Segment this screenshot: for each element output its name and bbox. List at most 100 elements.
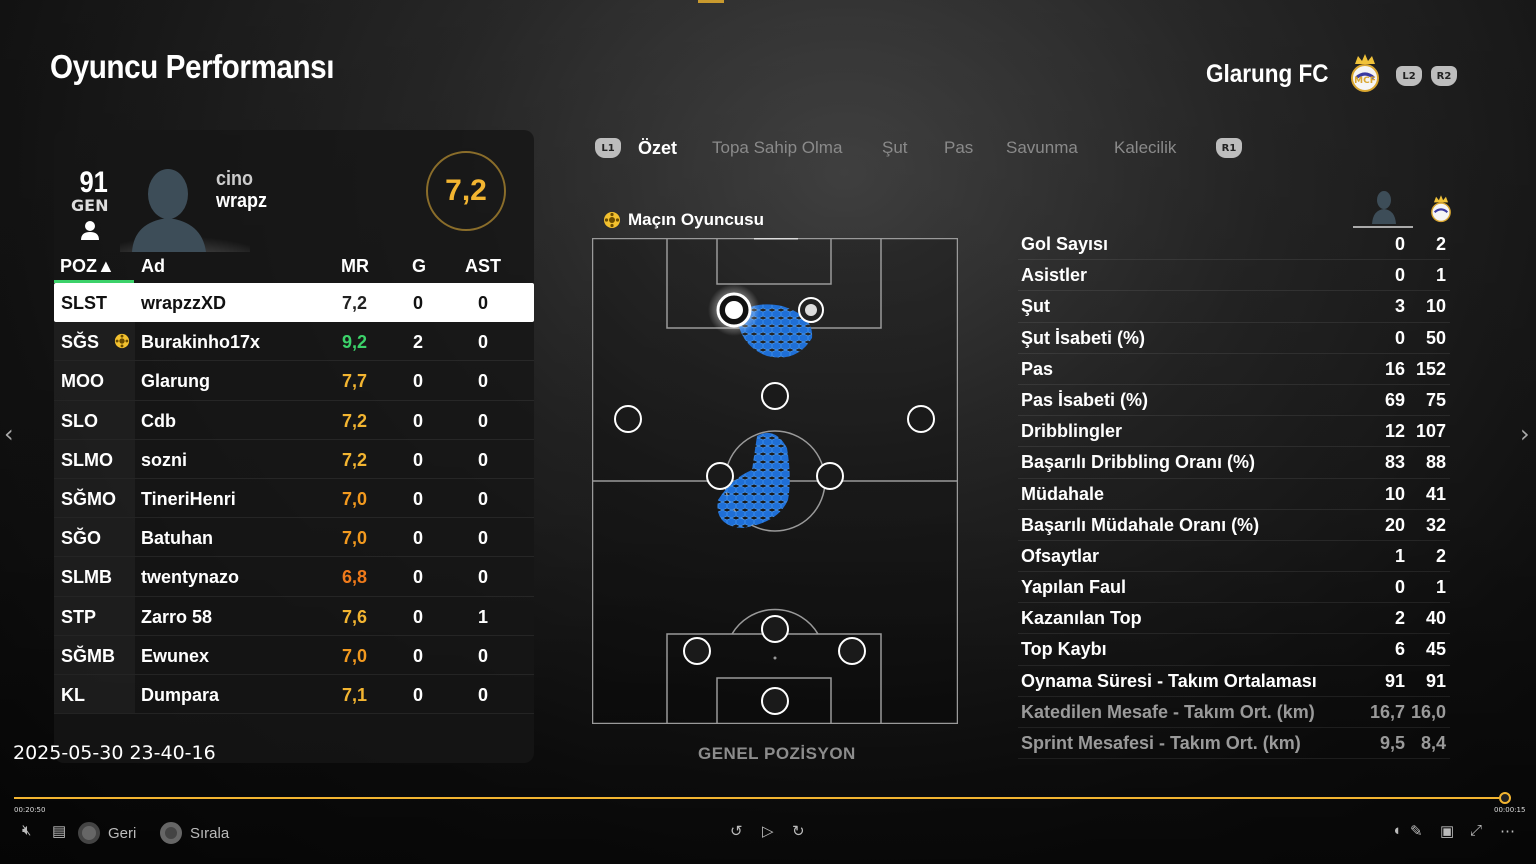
tab-topa-sahip-olma[interactable]: Topa Sahip Olma (712, 138, 842, 158)
stat-player-value: 0 (1394, 234, 1405, 254)
row-rating: 7,2 (342, 410, 368, 431)
stat-player-value: 12 (1384, 421, 1405, 442)
top-tab-marker (698, 0, 724, 3)
stat-row: Sprint Mesafesi - Takım Ort. (km) 9,5 8,4 (1018, 728, 1450, 760)
stat-label: Pas (1021, 358, 1054, 379)
row-assists: 1 (478, 606, 489, 627)
tab-kalecilik[interactable]: Kalecilik (1114, 138, 1176, 158)
table-row[interactable]: SLO Cdb 7,2 0 0 (54, 400, 534, 440)
volume-icon[interactable]: ◖ (1392, 822, 1401, 839)
table-row[interactable]: SĞO Batuhan 7,0 0 0 (54, 518, 534, 558)
screenshot-icon[interactable]: ▣ (1440, 822, 1454, 840)
row-rating: 7,7 (342, 371, 368, 392)
table-row[interactable]: SĞMO TineriHenri 7,0 0 0 (54, 478, 534, 519)
row-goals: 0 (413, 371, 424, 392)
expand-icon[interactable]: ⤢ (1470, 822, 1482, 839)
table-row[interactable]: SĞS Burakinho17x 9,2 2 0 (54, 322, 534, 362)
mute-icon[interactable]: 🔇︎ (22, 822, 31, 839)
stat-row: Başarılı Dribbling Oranı (%) 83 88 (1018, 447, 1450, 479)
r2-button[interactable]: R2 (1431, 66, 1457, 86)
row-position: SLMB (61, 567, 112, 588)
stat-team-value: 1 (1435, 577, 1446, 598)
tab-savunma[interactable]: Savunma (1006, 138, 1078, 158)
stat-label: Asistler (1021, 265, 1088, 286)
table-row[interactable]: STP Zarro 58 7,6 0 1 (54, 596, 534, 636)
play-icon[interactable]: ▷ (762, 822, 774, 840)
stat-team-value: 32 (1425, 514, 1446, 535)
stat-player-value: 10 (1384, 483, 1405, 504)
video-progress-bar[interactable] (14, 797, 1500, 799)
tab-pas[interactable]: Pas (944, 138, 973, 158)
time-remaining: 00:00:15 (1494, 806, 1526, 814)
stat-label: Top Kaybı (1021, 639, 1107, 660)
stat-team-value: 152 (1415, 358, 1446, 379)
stat-player-value: 3 (1394, 296, 1405, 317)
table-row[interactable]: MOO Glarung 7,7 0 0 (54, 361, 534, 401)
stat-label: Gol Sayısı (1021, 234, 1109, 254)
r1-button[interactable]: R1 (1216, 138, 1242, 158)
overall-rating: 91 (79, 166, 108, 199)
col-name-header[interactable]: Ad (141, 256, 165, 277)
row-name: Dumpara (141, 684, 220, 705)
row-position: SLO (61, 410, 99, 431)
stat-player-value: 6 (1394, 639, 1405, 660)
forward-icon[interactable]: ↻ (792, 822, 805, 840)
table-row[interactable]: SLMB twentynazo 6,8 0 0 (54, 557, 534, 597)
player-first-name: cino (216, 168, 254, 190)
stat-team-value: 10 (1425, 296, 1446, 317)
stat-player-value: 0 (1394, 577, 1405, 598)
player-column-underline (1353, 226, 1413, 228)
svg-text:MCF: MCF (1354, 76, 1376, 86)
col-mr-header[interactable]: MR (341, 256, 369, 277)
person-icon (81, 221, 99, 240)
col-ast-header[interactable]: AST (465, 256, 501, 277)
stat-row: Ofsaytlar 1 2 (1018, 541, 1450, 573)
stat-team-value: 1 (1435, 265, 1446, 286)
next-arrow-icon[interactable]: › (1520, 420, 1530, 448)
stat-player-value: 16,7 (1369, 701, 1405, 722)
stat-player-value: 20 (1384, 514, 1405, 535)
table-row[interactable]: SĞMB Ewunex 7,0 0 0 (54, 635, 534, 675)
col-pos-header[interactable]: POZ▲ (60, 256, 115, 277)
row-assists: 0 (478, 645, 489, 666)
time-elapsed: 00:20:50 (14, 806, 46, 814)
video-progress-knob[interactable] (1499, 792, 1511, 804)
row-position: SLST (61, 293, 108, 313)
row-goals: 0 (413, 684, 424, 705)
row-name: Ewunex (141, 645, 210, 666)
stat-label: Şut (1021, 296, 1050, 317)
stat-row: Pas İsabeti (%) 69 75 (1018, 385, 1450, 417)
stat-label: Kazanılan Top (1021, 608, 1142, 629)
table-row[interactable]: SLMO sozni 7,2 0 0 (54, 439, 534, 479)
row-name: Zarro 58 (141, 606, 213, 627)
row-goals: 0 (413, 567, 424, 588)
row-rating: 7,2 (342, 449, 368, 470)
sort-button[interactable]: Sırala (160, 822, 229, 844)
team-column-crest-icon (1431, 195, 1451, 223)
stat-label: Başarılı Dribbling Oranı (%) (1021, 452, 1256, 473)
subtitles-icon[interactable]: ▤ (52, 822, 66, 840)
prev-arrow-icon[interactable]: ‹ (4, 420, 14, 448)
stat-row: Yapılan Faul 0 1 (1018, 572, 1450, 604)
tab-sut[interactable]: Şut (882, 138, 908, 158)
table-row[interactable]: SLST wrapzzXD 7,2 0 0 (54, 283, 534, 323)
l2-button[interactable]: L2 (1396, 66, 1422, 86)
position-heatmap-pitch (592, 238, 958, 724)
col-g-header[interactable]: G (412, 256, 426, 277)
stat-team-value: 8,4 (1420, 733, 1446, 753)
back-button[interactable]: Geri (78, 822, 136, 844)
stat-row: Katedilen Mesafe - Takım Ort. (km) 16,7 16… (1018, 697, 1450, 728)
more-icon[interactable]: ⋯ (1500, 822, 1515, 840)
row-name: Glarung (141, 371, 211, 392)
stat-row: Şut İsabeti (%) 0 50 (1018, 323, 1450, 354)
stat-row: Pas 16 152 (1018, 354, 1450, 385)
tab-ozet[interactable]: Özet (638, 138, 677, 159)
stat-player-value: 69 (1384, 389, 1405, 410)
rewind-icon[interactable]: ↺ (730, 822, 743, 840)
row-goals: 0 (413, 488, 424, 509)
l1-button[interactable]: L1 (595, 138, 621, 158)
table-row[interactable]: KL Dumpara 7,1 0 0 (54, 674, 534, 715)
stat-row: Kazanılan Top 2 40 (1018, 603, 1450, 635)
pen-icon[interactable]: ✎ (1410, 822, 1423, 840)
overall-label: GEN (71, 196, 109, 215)
